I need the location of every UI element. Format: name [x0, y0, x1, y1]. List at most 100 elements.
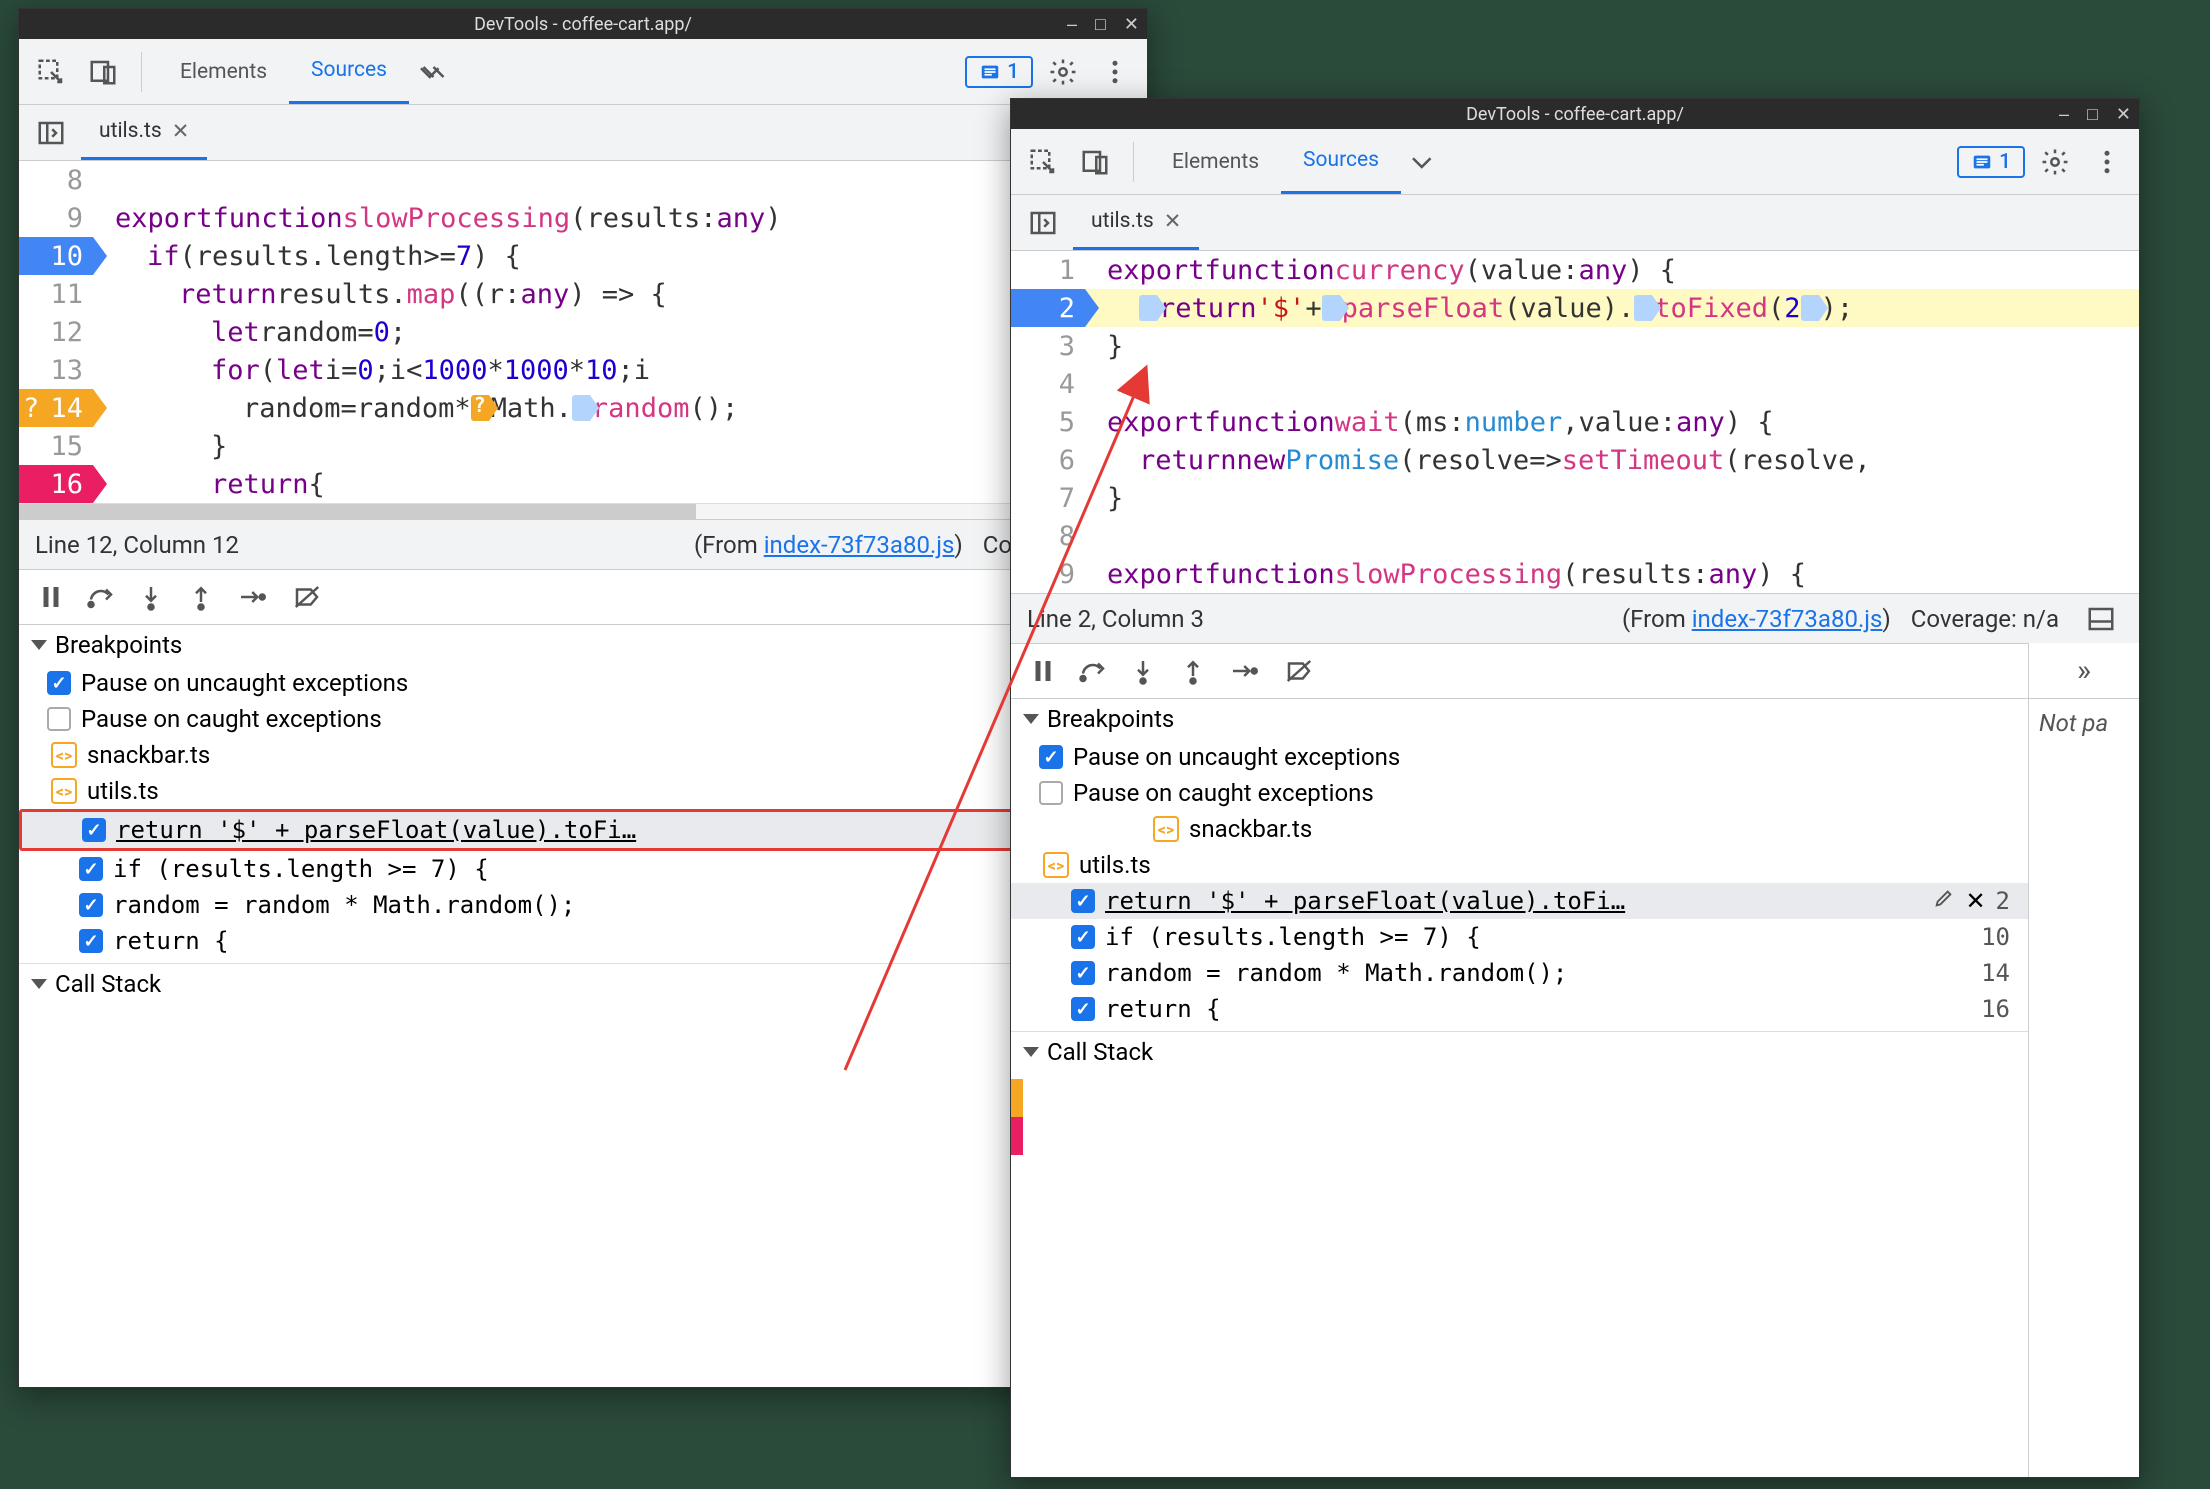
tab-sources[interactable]: Sources	[1281, 129, 1401, 194]
settings-icon[interactable]	[2033, 140, 2077, 184]
line-number[interactable]: 4	[1011, 365, 1085, 403]
tab-elements[interactable]: Elements	[158, 39, 289, 104]
line-number[interactable]: 9	[19, 199, 93, 237]
show-drawer-icon[interactable]	[2079, 597, 2123, 641]
line-number[interactable]: 10	[19, 237, 93, 275]
line-number[interactable]: 1	[1011, 251, 1085, 289]
line-number[interactable]: 15	[19, 427, 93, 465]
step-icon[interactable]	[1221, 649, 1265, 693]
breakpoint-code[interactable]: return '$' + parseFloat(value).toFi…	[1105, 887, 1923, 915]
breakpoint-code[interactable]: random = random * Math.random();	[1105, 959, 1971, 987]
code-content[interactable]	[1085, 517, 2139, 555]
breakpoint-checkbox[interactable]	[79, 857, 103, 881]
code-editor[interactable]: 1export function currency(value: any) {2…	[1011, 251, 2139, 593]
step-into-icon[interactable]	[129, 575, 173, 619]
code-content[interactable]: if (results.length >= 7) {	[93, 237, 1147, 275]
settings-icon[interactable]	[1041, 50, 1085, 94]
line-number[interactable]: 8	[19, 161, 93, 199]
pause-resume-icon[interactable]	[1021, 649, 1065, 693]
deactivate-breakpoints-icon[interactable]	[1277, 649, 1321, 693]
step-into-icon[interactable]	[1121, 649, 1165, 693]
close-window-button[interactable]: ✕	[1124, 14, 1139, 35]
line-number[interactable]: 11	[19, 275, 93, 313]
code-line[interactable]: 9export function slowProcessing(results:…	[19, 199, 1147, 237]
breakpoint-entry[interactable]: random = random * Math.random();14	[1011, 955, 2028, 991]
line-number[interactable]: 16	[19, 465, 93, 503]
minimize-button[interactable]: –	[1067, 14, 1077, 35]
step-out-icon[interactable]	[1171, 649, 1215, 693]
breakpoint-entry[interactable]: return '$' + parseFloat(value).toFi…✕2	[1011, 883, 2028, 919]
code-content[interactable]: }	[93, 427, 1147, 465]
file-tab-utils[interactable]: utils.ts ✕	[1073, 195, 1199, 250]
show-navigator-icon[interactable]	[1021, 201, 1065, 245]
breakpoint-file-utils[interactable]: <> utils.ts	[19, 773, 1147, 809]
code-line[interactable]: 7}	[1011, 479, 2139, 517]
callstack-section-header[interactable]: Call Stack	[19, 963, 1147, 1004]
device-toolbar-icon[interactable]	[81, 50, 125, 94]
breakpoint-checkbox[interactable]	[79, 929, 103, 953]
code-line[interactable]: 8	[19, 161, 1147, 199]
close-tab-icon[interactable]: ✕	[172, 119, 190, 144]
breakpoint-checkbox[interactable]	[79, 893, 103, 917]
inline-breakpoint-marker[interactable]	[572, 395, 590, 421]
kebab-menu-icon[interactable]	[1093, 50, 1137, 94]
issues-badge[interactable]: 1	[1957, 146, 2025, 178]
inspect-element-icon[interactable]	[1021, 140, 1065, 184]
source-map-link[interactable]: index-73f73a80.js	[764, 531, 955, 559]
kebab-menu-icon[interactable]	[2085, 140, 2129, 184]
code-content[interactable]: export function wait(ms: number, value: …	[1085, 403, 2139, 441]
step-out-icon[interactable]	[179, 575, 223, 619]
code-line[interactable]: 13for (let i = 0; i < 1000 * 1000 * 10; …	[19, 351, 1147, 389]
code-line[interactable]: 16return {	[19, 465, 1147, 503]
code-line[interactable]: 8	[1011, 517, 2139, 555]
pause-uncaught-row[interactable]: Pause on uncaught exceptions	[19, 665, 1147, 701]
code-line[interactable]: 15}	[19, 427, 1147, 465]
line-number[interactable]: 14	[19, 389, 93, 427]
step-over-icon[interactable]	[79, 575, 123, 619]
maximize-button[interactable]: □	[1095, 14, 1106, 35]
breakpoint-entry[interactable]: return {16	[1011, 991, 2028, 1027]
step-icon[interactable]	[229, 575, 273, 619]
pause-caught-row[interactable]: Pause on caught exceptions	[1011, 775, 2028, 811]
inline-breakpoint-marker[interactable]	[1801, 295, 1819, 321]
line-number[interactable]: 5	[1011, 403, 1085, 441]
line-number[interactable]: 7	[1011, 479, 1085, 517]
more-tabs-icon[interactable]	[1401, 140, 1445, 184]
breakpoint-file-snackbar[interactable]: <> snackbar.ts	[1011, 811, 2028, 847]
breakpoint-code[interactable]: return '$' + parseFloat(value).toFi…	[116, 816, 1039, 844]
breakpoint-checkbox[interactable]	[82, 818, 106, 842]
pause-caught-row[interactable]: Pause on caught exceptions	[19, 701, 1147, 737]
line-number[interactable]: 8	[1011, 517, 1085, 555]
breakpoint-checkbox[interactable]	[1071, 889, 1095, 913]
more-panels-icon[interactable]: »	[2029, 643, 2139, 699]
line-number[interactable]: 2	[1011, 289, 1085, 327]
code-line[interactable]: 12let random = 0;	[19, 313, 1147, 351]
inline-breakpoint-marker[interactable]	[471, 395, 489, 421]
line-number[interactable]: 9	[1011, 555, 1085, 593]
inline-breakpoint-marker[interactable]	[1139, 295, 1157, 321]
line-number[interactable]: 12	[19, 313, 93, 351]
issues-badge[interactable]: 1	[965, 56, 1033, 88]
code-content[interactable]: return results.map((r: any) => {	[93, 275, 1147, 313]
close-tab-icon[interactable]: ✕	[1164, 209, 1182, 234]
code-editor[interactable]: 89export function slowProcessing(results…	[19, 161, 1147, 519]
breakpoints-section-header[interactable]: Breakpoints	[19, 625, 1147, 665]
deactivate-breakpoints-icon[interactable]	[285, 575, 329, 619]
code-line[interactable]: 6return new Promise(resolve => setTimeou…	[1011, 441, 2139, 479]
more-tabs-icon[interactable]	[409, 50, 453, 94]
breakpoint-entry[interactable]: if (results.length >= 7) {10	[19, 851, 1147, 887]
show-navigator-icon[interactable]	[29, 111, 73, 155]
pause-caught-checkbox[interactable]	[47, 707, 71, 731]
code-line[interactable]: 11return results.map((r: any) => {	[19, 275, 1147, 313]
code-line[interactable]: 14random = random * Math.random();	[19, 389, 1147, 427]
breakpoint-code[interactable]: if (results.length >= 7) {	[1105, 923, 1971, 951]
breakpoint-entry[interactable]: random = random * Math.random();14	[19, 887, 1147, 923]
inspect-element-icon[interactable]	[29, 50, 73, 94]
pause-resume-icon[interactable]	[29, 575, 73, 619]
pause-uncaught-checkbox[interactable]	[1039, 745, 1063, 769]
inline-breakpoint-marker[interactable]	[1634, 295, 1652, 321]
breakpoint-entry[interactable]: if (results.length >= 7) {10	[1011, 919, 2028, 955]
device-toolbar-icon[interactable]	[1073, 140, 1117, 184]
horizontal-scrollbar[interactable]	[19, 503, 1147, 519]
remove-breakpoint-icon[interactable]: ✕	[1965, 887, 1985, 915]
